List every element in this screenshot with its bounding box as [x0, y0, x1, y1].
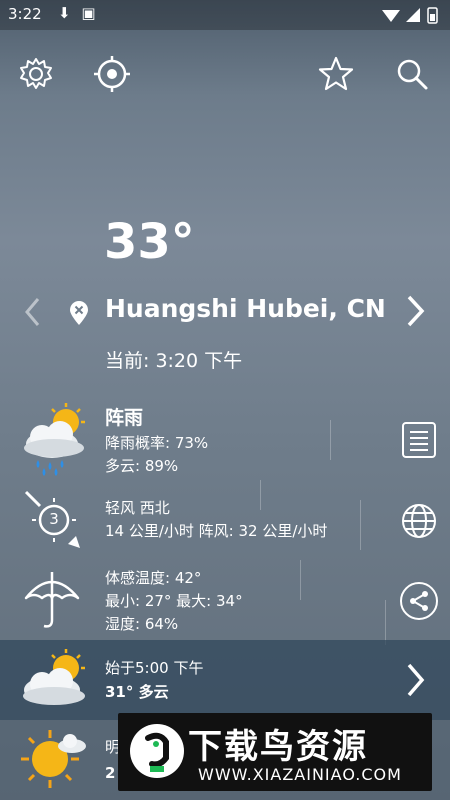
- bird-logo-icon: [130, 724, 184, 778]
- share-button[interactable]: [400, 582, 438, 620]
- next-location-button[interactable]: [404, 294, 428, 332]
- sunny-cloud-icon: [18, 728, 88, 796]
- chevron-left-icon: [25, 298, 40, 326]
- cloud-cover: 多云: 89%: [105, 457, 179, 475]
- share-icon: [410, 591, 428, 611]
- partly-cloudy-icon: [18, 648, 88, 714]
- remove-location-button[interactable]: [68, 300, 90, 330]
- gear-icon: [20, 58, 52, 89]
- wind-speed: 14 公里/小时 阵风: 32 公里/小时: [105, 522, 328, 540]
- precipitation-probability: 降雨概率: 73%: [105, 434, 209, 452]
- watermark-title: 下载鸟资源: [188, 727, 368, 767]
- locate-button[interactable]: [92, 54, 132, 94]
- umbrella-icon: [22, 568, 82, 636]
- current-time: 当前: 3:20 下午: [105, 350, 243, 372]
- search-button[interactable]: [392, 54, 432, 94]
- hourly-next-button[interactable]: [404, 662, 428, 702]
- status-system-icons: [380, 6, 440, 28]
- crosshair-icon: [94, 56, 130, 92]
- favorite-button[interactable]: [316, 54, 356, 94]
- chevron-right-icon: [407, 295, 425, 327]
- hourly-summary: 31° 多云: [105, 683, 169, 701]
- details-button[interactable]: [401, 421, 437, 463]
- watermark-url: WWW.XIAZAINIAO.COM: [198, 765, 402, 784]
- prev-location-button[interactable]: [22, 296, 42, 332]
- status-time: 3:22: [8, 5, 42, 23]
- rain-shower-icon: [18, 402, 88, 480]
- min-max: 最小: 27° 最大: 34°: [105, 592, 243, 610]
- document-icon: [402, 422, 436, 458]
- sd-card-icon: ▣: [81, 4, 96, 22]
- humidity: 湿度: 64%: [105, 615, 179, 633]
- signal-icon: [406, 8, 420, 22]
- status-notification-icons: ⬇ ▣: [58, 4, 96, 22]
- feels-like: 体感温度: 42°: [105, 569, 202, 587]
- star-icon: [318, 56, 354, 91]
- web-button[interactable]: [400, 502, 438, 544]
- watermark-banner: 下载鸟资源 WWW.XIAZAINIAO.COM: [118, 713, 432, 791]
- location-pin-close-icon: [70, 301, 88, 325]
- wifi-icon: [382, 10, 400, 22]
- condition-title: 阵雨: [105, 407, 144, 429]
- settings-button[interactable]: [16, 54, 56, 94]
- daily-temp: 2: [105, 764, 116, 782]
- wind-level: 3: [49, 510, 59, 528]
- chevron-right-icon: [407, 663, 425, 697]
- globe-icon: [402, 504, 436, 538]
- location-name[interactable]: Huangshi Hubei, CN: [105, 294, 386, 323]
- wind-direction: 轻风 西北: [105, 499, 170, 517]
- current-temperature: 33°: [104, 214, 195, 270]
- search-icon: [397, 59, 428, 90]
- hourly-start-time: 始于5:00 下午: [105, 659, 204, 677]
- download-icon: ⬇: [58, 4, 71, 22]
